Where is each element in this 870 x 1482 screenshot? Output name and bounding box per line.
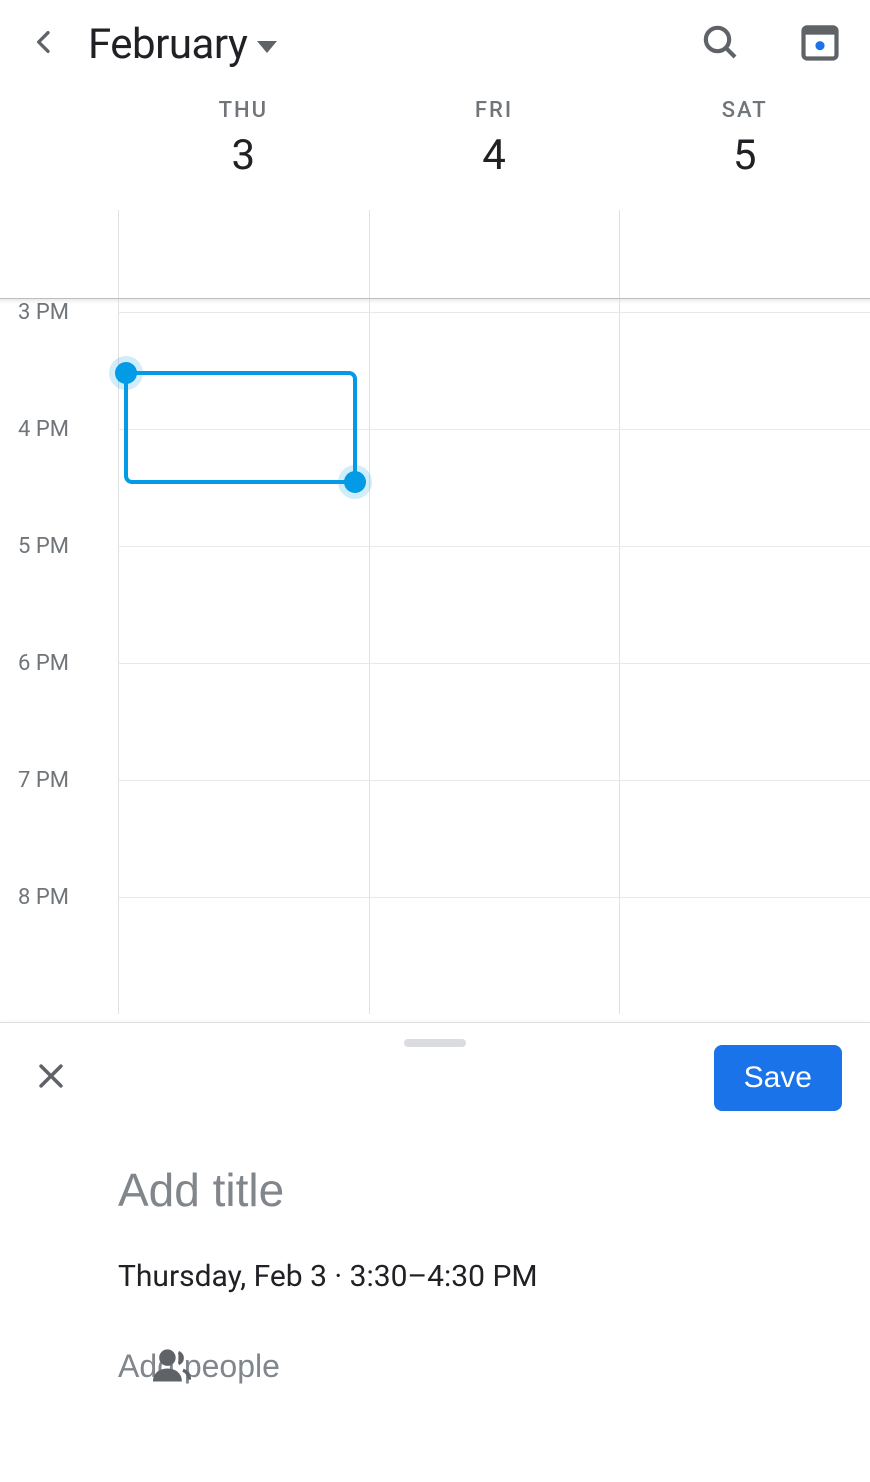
save-button[interactable]: Save — [714, 1045, 842, 1111]
hour-grid[interactable]: 2 PM3 PM4 PM5 PM6 PM7 PM8 PM — [0, 299, 870, 1024]
hour-row[interactable]: 7 PM — [0, 780, 870, 897]
hour-label: 7 PM — [0, 768, 118, 885]
all-day-zone[interactable] — [0, 210, 870, 298]
app-header: February — [0, 0, 870, 88]
resize-handle-end[interactable] — [344, 471, 366, 493]
day-header[interactable]: THU 3 — [118, 88, 369, 210]
back-button[interactable] — [28, 26, 60, 62]
sheet-drag-handle[interactable] — [404, 1039, 466, 1047]
day-number: 5 — [733, 131, 757, 180]
month-label: February — [88, 20, 247, 69]
hour-label: 4 PM — [0, 417, 118, 534]
add-people-input[interactable] — [118, 1348, 830, 1385]
people-icon — [150, 1343, 194, 1391]
new-event-selection[interactable] — [124, 371, 357, 484]
event-title-input[interactable] — [118, 1163, 830, 1217]
close-button[interactable] — [34, 1059, 68, 1097]
create-event-sheet: Save Thursday, Feb 3 · 3:30–4:30 PM — [0, 1022, 870, 1482]
day-header[interactable]: FRI 4 — [369, 88, 620, 210]
day-number: 3 — [232, 131, 256, 180]
hour-row[interactable]: 6 PM — [0, 663, 870, 780]
day-number: 4 — [482, 131, 506, 180]
day-of-week-label: THU — [219, 98, 268, 123]
search-button[interactable] — [700, 22, 740, 66]
day-headers-row: THU 3 FRI 4 SAT 5 — [0, 88, 870, 210]
hour-row[interactable]: 8 PM — [0, 897, 870, 1014]
hour-label: 5 PM — [0, 534, 118, 651]
hour-row[interactable]: 5 PM — [0, 546, 870, 663]
jump-to-today-button[interactable] — [798, 20, 842, 68]
day-of-week-label: SAT — [722, 98, 768, 123]
day-header[interactable]: SAT 5 — [619, 88, 870, 210]
resize-handle-start[interactable] — [115, 362, 137, 384]
hour-label: 3 PM — [0, 300, 118, 417]
day-of-week-label: FRI — [475, 98, 513, 123]
chevron-down-icon — [257, 41, 277, 53]
event-datetime-display[interactable]: Thursday, Feb 3 · 3:30–4:30 PM — [118, 1259, 830, 1294]
hour-row[interactable]: 2 PM — [0, 299, 870, 312]
hour-label: 6 PM — [0, 651, 118, 768]
hour-label: 8 PM — [0, 885, 118, 1002]
month-picker[interactable]: February — [88, 20, 277, 69]
